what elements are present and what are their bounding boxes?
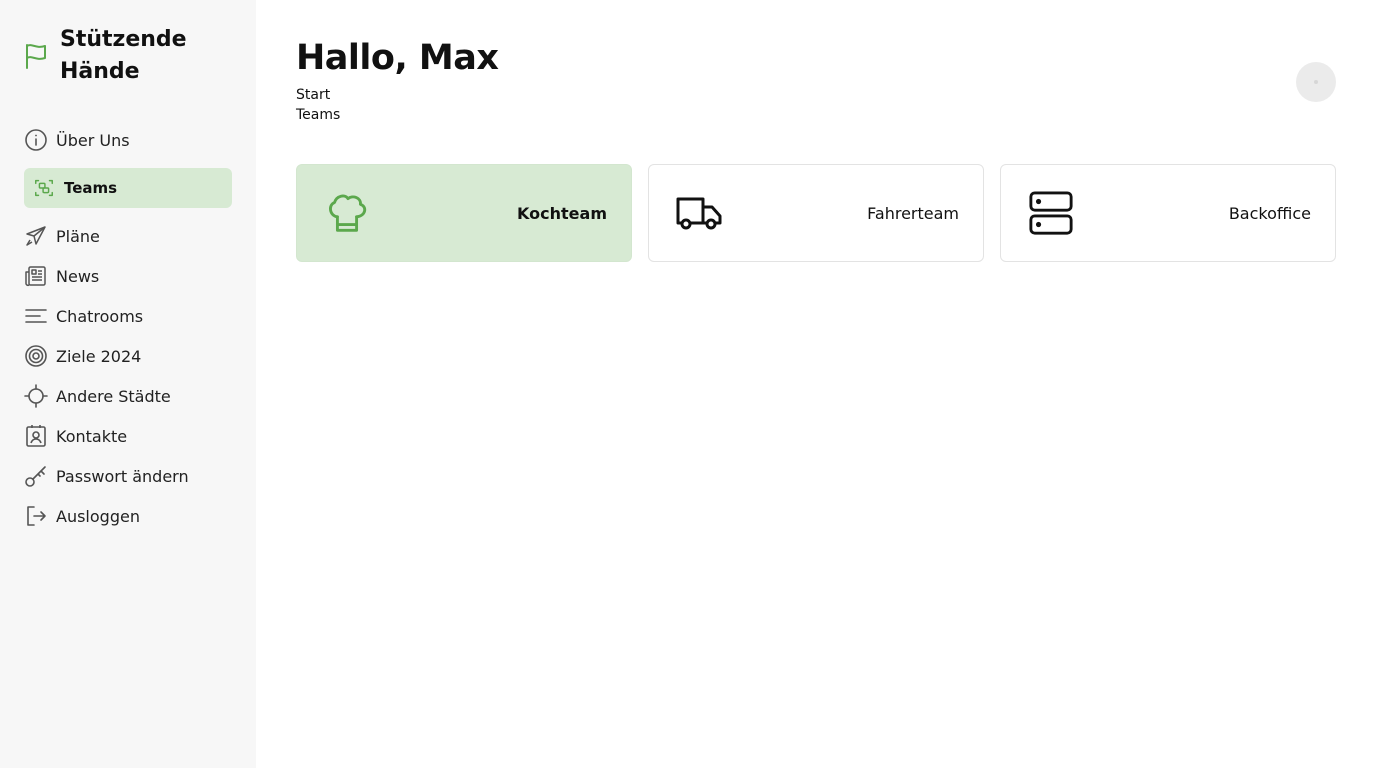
- team-card-fahrerteam[interactable]: Fahrerteam: [648, 164, 984, 262]
- sidebar-item-label: Chatrooms: [56, 306, 144, 326]
- sidebar-item-label: Pläne: [56, 226, 100, 246]
- server-icon: [1027, 189, 1075, 237]
- sidebar-item-label: Teams: [64, 179, 118, 197]
- sidebar-item-label: Ausloggen: [56, 506, 140, 526]
- team-card-label: Kochteam: [517, 203, 607, 223]
- breadcrumb: Start Teams: [296, 85, 340, 125]
- target-icon: [24, 344, 48, 368]
- chef-hat-icon: [323, 189, 371, 237]
- team-card-label: Fahrerteam: [867, 203, 959, 223]
- sidebar-item-ausloggen[interactable]: Ausloggen: [24, 496, 232, 536]
- sidebar-item-passwort-aendern[interactable]: Passwort ändern: [24, 456, 232, 496]
- sidebar-item-label: Ziele 2024: [56, 346, 142, 366]
- contact-card-icon: [24, 424, 48, 448]
- logout-icon: [24, 504, 48, 528]
- sidebar-item-plaene[interactable]: Pläne: [24, 216, 232, 256]
- key-icon: [24, 464, 48, 488]
- breadcrumb-teams[interactable]: Teams: [296, 105, 340, 125]
- breadcrumb-start[interactable]: Start: [296, 85, 340, 105]
- team-cards: Kochteam Fahrerteam Backoffice: [296, 164, 1336, 262]
- sidebar-item-chatrooms[interactable]: Chatrooms: [24, 296, 232, 336]
- sidebar-item-teams[interactable]: Teams: [24, 168, 232, 208]
- sidebar-item-kontakte[interactable]: Kontakte: [24, 416, 232, 456]
- avatar[interactable]: [1296, 62, 1336, 102]
- sidebar: Stützende Hände Über Uns Teams Pläne New…: [0, 0, 256, 768]
- page-title: Hallo, Max: [296, 38, 499, 78]
- airplane-icon: [24, 224, 48, 248]
- sidebar-item-label: Über Uns: [56, 130, 130, 150]
- team-card-backoffice[interactable]: Backoffice: [1000, 164, 1336, 262]
- sidebar-item-news[interactable]: News: [24, 256, 232, 296]
- main-content: Hallo, Max Start Teams Kochteam Fahrerte…: [256, 0, 1376, 768]
- crosshair-icon: [24, 384, 48, 408]
- team-frame-icon: [32, 176, 56, 200]
- lines-icon: [24, 304, 48, 328]
- team-card-kochteam[interactable]: Kochteam: [296, 164, 632, 262]
- flag-icon: [26, 44, 46, 69]
- newspaper-icon: [24, 264, 48, 288]
- sidebar-item-label: Andere Städte: [56, 386, 171, 406]
- sidebar-item-label: News: [56, 266, 100, 286]
- team-card-label: Backoffice: [1228, 203, 1311, 223]
- brand[interactable]: Stützende Hände: [24, 24, 234, 88]
- sidebar-item-label: Passwort ändern: [56, 466, 189, 486]
- sidebar-item-label: Kontakte: [56, 426, 128, 446]
- sidebar-item-ziele[interactable]: Ziele 2024: [24, 336, 232, 376]
- sidebar-item-ueber-uns[interactable]: Über Uns: [24, 120, 232, 160]
- truck-icon: [675, 189, 723, 237]
- sidebar-item-andere-staedte[interactable]: Andere Städte: [24, 376, 232, 416]
- app-title: Stützende Hände: [60, 27, 187, 84]
- info-icon: [24, 128, 48, 152]
